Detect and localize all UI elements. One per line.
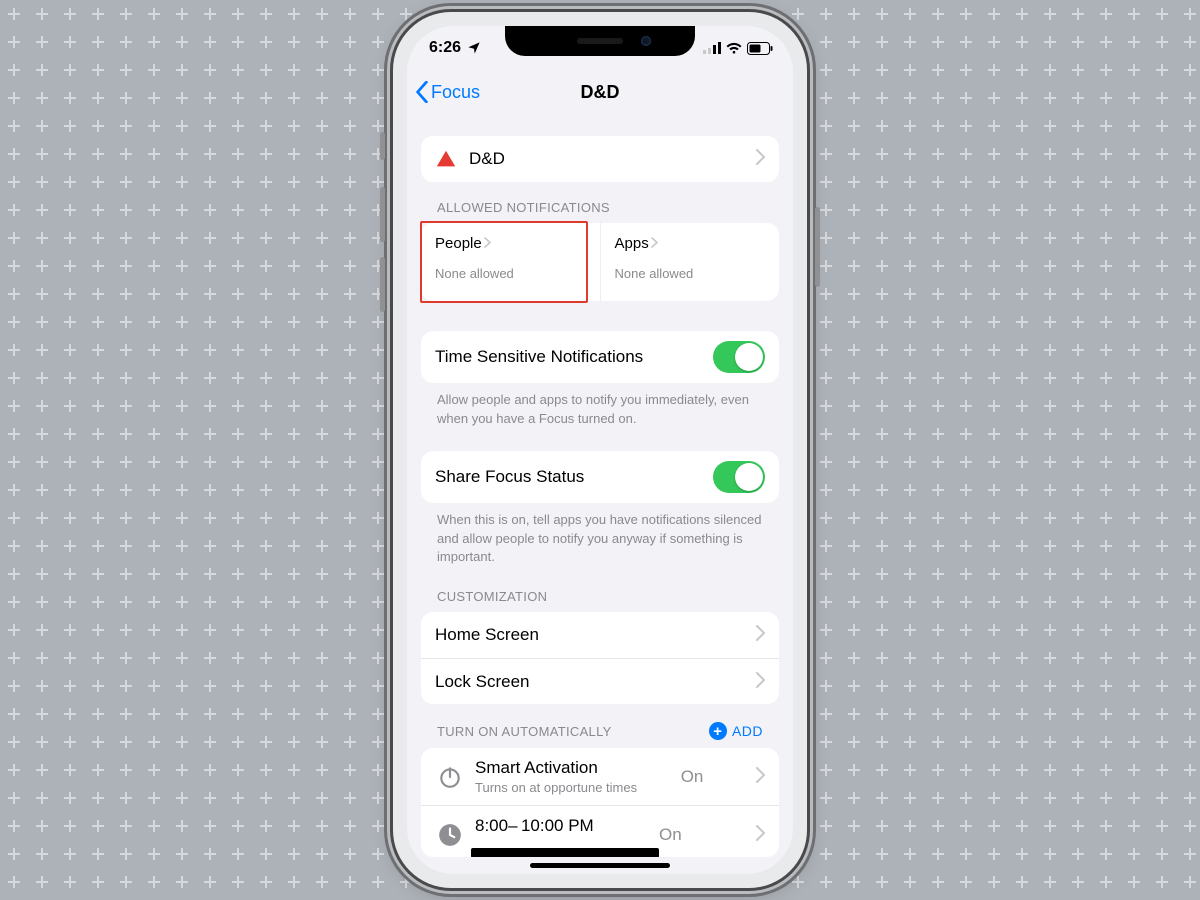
chevron-left-icon [415, 81, 429, 103]
content-scroll[interactable]: D&D ALLOWED NOTIFICATIONS People [407, 114, 793, 874]
focus-name-row[interactable]: D&D [421, 136, 779, 182]
home-screen-label: Home Screen [435, 625, 539, 645]
share-focus-toggle[interactable] [713, 461, 765, 493]
section-header-allowed: ALLOWED NOTIFICATIONS [421, 182, 779, 223]
front-camera [641, 36, 651, 46]
battery-icon [747, 42, 773, 55]
back-label: Focus [431, 82, 480, 103]
chevron-right-icon [651, 236, 658, 251]
redaction-bar [471, 848, 659, 857]
speaker-grille [577, 38, 623, 44]
location-icon [467, 41, 481, 55]
share-focus-card: Share Focus Status [421, 451, 779, 503]
section-header-auto-label: TURN ON AUTOMATICALLY [437, 724, 612, 739]
add-label: ADD [732, 723, 763, 739]
share-focus-label: Share Focus Status [435, 467, 584, 487]
schedule-label: 8:00– 10:00 PM [475, 816, 594, 836]
section-header-customization: CUSTOMIZATION [421, 571, 779, 612]
plus-circle-icon: + [709, 722, 727, 740]
time-sensitive-card: Time Sensitive Notifications [421, 331, 779, 383]
volume-down-button [380, 257, 385, 312]
smart-activation-row[interactable]: Smart Activation Turns on at opportune t… [421, 748, 779, 805]
time-sensitive-footer: Allow people and apps to notify you imme… [421, 383, 779, 433]
chevron-right-icon [484, 236, 491, 251]
mute-switch [380, 132, 385, 160]
allowed-people-sub: None allowed [435, 266, 586, 281]
screen: 6:26 Focus [407, 26, 793, 874]
power-button [815, 207, 820, 287]
focus-name-card: D&D [421, 136, 779, 182]
share-focus-row[interactable]: Share Focus Status [421, 451, 779, 503]
lock-screen-label: Lock Screen [435, 672, 530, 692]
time-sensitive-label: Time Sensitive Notifications [435, 347, 643, 367]
section-header-allowed-label: ALLOWED NOTIFICATIONS [437, 200, 610, 215]
chevron-right-icon [755, 149, 765, 169]
automation-card: Smart Activation Turns on at opportune t… [421, 748, 779, 857]
time-sensitive-toggle[interactable] [713, 341, 765, 373]
schedule-row[interactable]: 8:00– 10:00 PM Every Tue On [421, 805, 779, 857]
section-header-customization-label: CUSTOMIZATION [437, 589, 547, 604]
focus-name-label: D&D [469, 149, 505, 169]
volume-up-button [380, 187, 385, 242]
smart-activation-value: On [681, 767, 704, 787]
nav-bar: Focus D&D [407, 70, 793, 114]
cellular-signal-icon [703, 42, 721, 54]
time-sensitive-row[interactable]: Time Sensitive Notifications [421, 331, 779, 383]
allowed-people-cell[interactable]: People None allowed [421, 223, 600, 301]
add-automation-button[interactable]: + ADD [709, 722, 763, 740]
section-header-auto: TURN ON AUTOMATICALLY + ADD [421, 704, 779, 748]
chevron-right-icon [755, 672, 765, 692]
allowed-apps-sub: None allowed [615, 266, 766, 281]
wifi-icon [726, 42, 742, 54]
notch [505, 26, 695, 56]
chevron-right-icon [755, 625, 765, 645]
status-time: 6:26 [429, 39, 461, 57]
smart-activation-sub: Turns on at opportune times [475, 780, 637, 795]
home-screen-row[interactable]: Home Screen [421, 612, 779, 658]
clock-icon [435, 820, 465, 850]
power-icon [435, 762, 465, 792]
customization-card: Home Screen Lock Screen [421, 612, 779, 704]
lock-screen-row[interactable]: Lock Screen [421, 658, 779, 704]
back-button[interactable]: Focus [415, 81, 480, 103]
focus-mode-icon [435, 148, 457, 170]
share-focus-footer: When this is on, tell apps you have noti… [421, 503, 779, 572]
allowed-people-label: People [435, 235, 482, 252]
home-indicator[interactable] [530, 863, 670, 868]
phone-frame: 6:26 Focus [393, 12, 807, 888]
allowed-notifications-card: People None allowed Apps None allow [421, 223, 779, 301]
smart-activation-label: Smart Activation [475, 758, 637, 778]
allowed-apps-cell[interactable]: Apps None allowed [600, 223, 780, 301]
allowed-apps-label: Apps [615, 235, 649, 252]
schedule-value: On [659, 825, 682, 845]
chevron-right-icon [755, 767, 765, 787]
chevron-right-icon [755, 825, 765, 845]
